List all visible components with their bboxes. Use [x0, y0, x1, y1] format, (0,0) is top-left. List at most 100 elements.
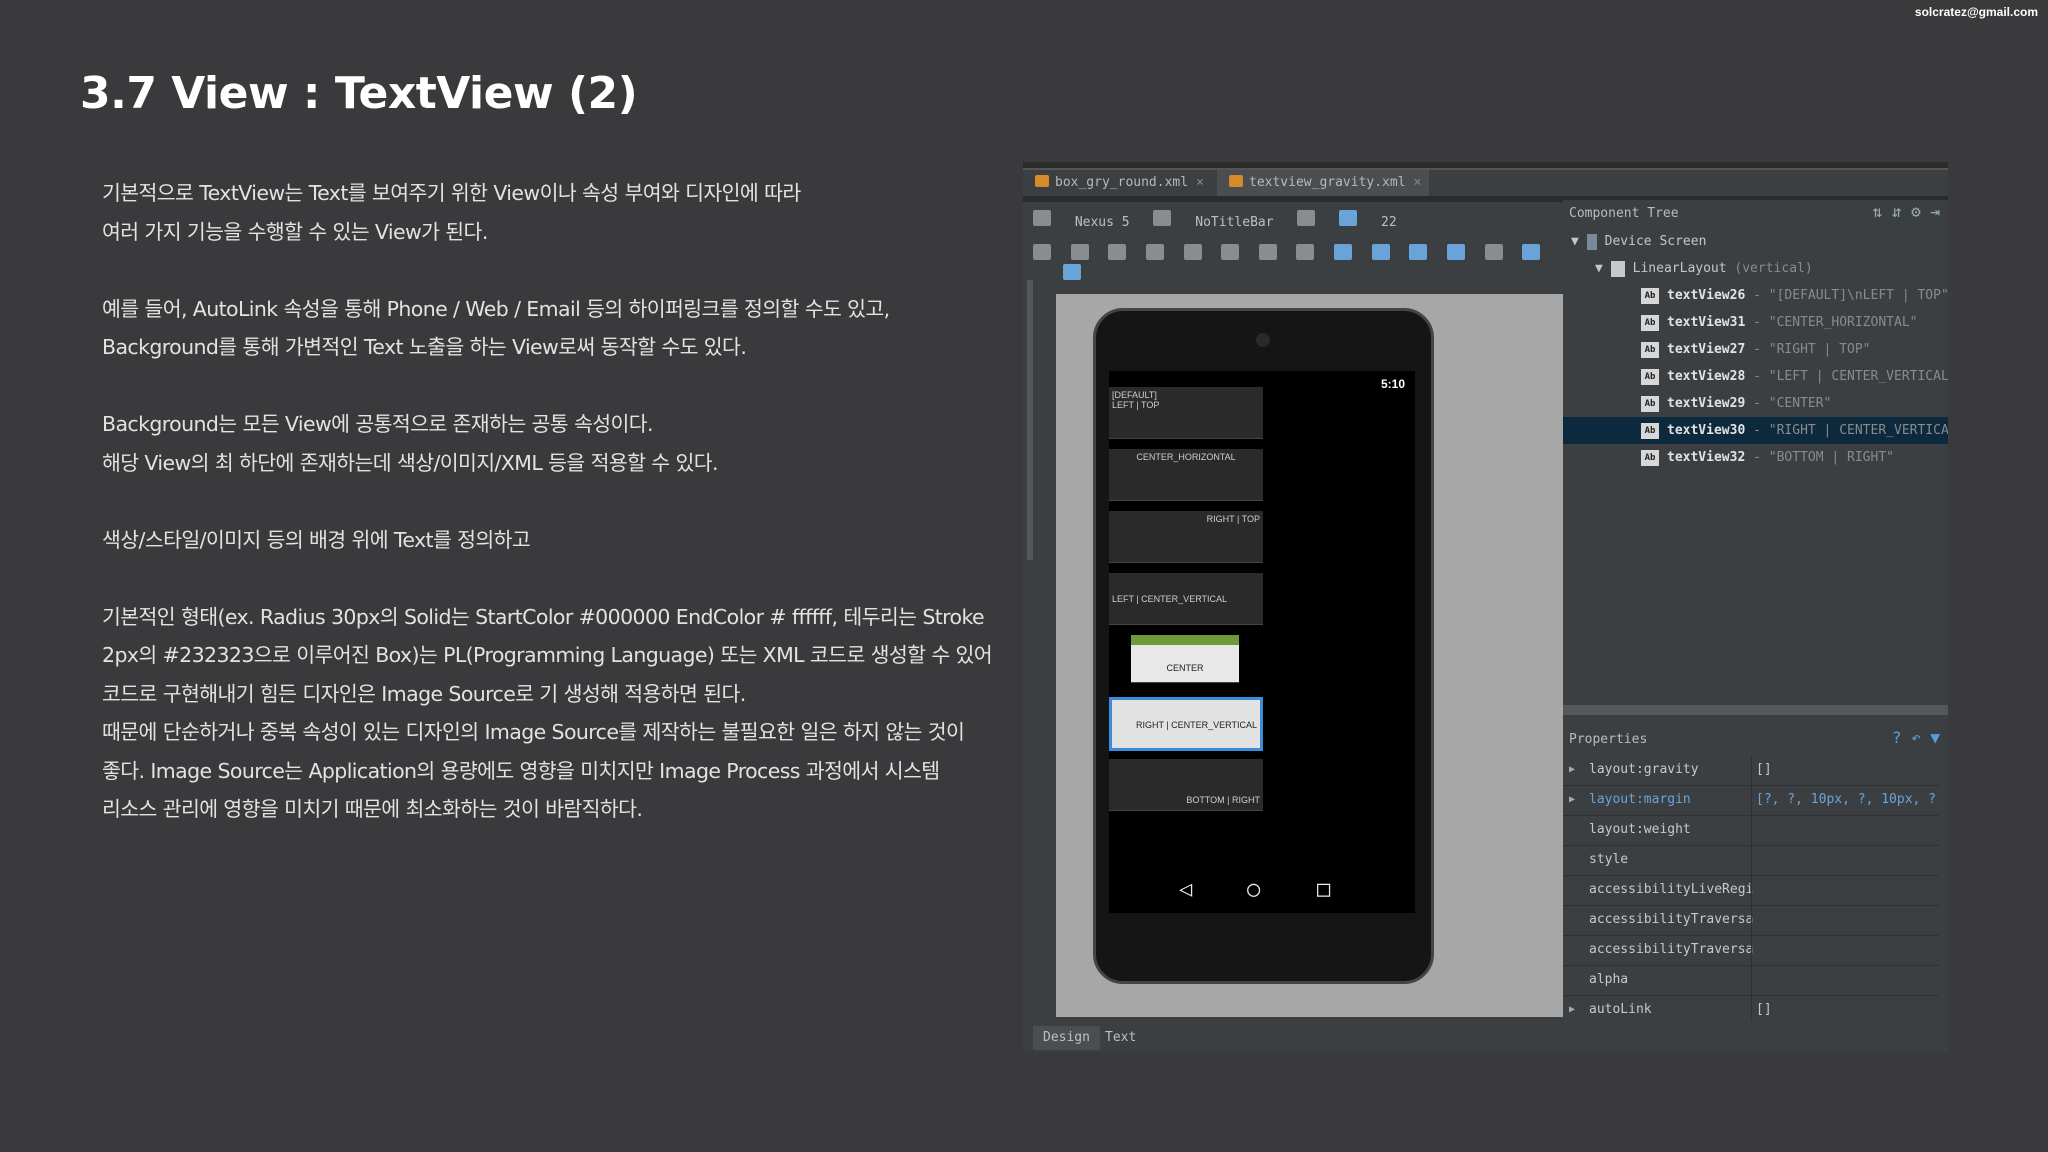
property-row[interactable]: ▶ layout:gravity[]: [1563, 755, 1939, 786]
locale-icon[interactable]: [1339, 210, 1358, 226]
expand-icon[interactable]: ▶: [1569, 755, 1575, 785]
textview-default[interactable]: [DEFAULT] LEFT | TOP: [1109, 387, 1263, 439]
textview-icon: Ab: [1641, 314, 1659, 331]
android-nav-bar: ◁ ○ □: [1109, 873, 1415, 913]
theme-selector[interactable]: NoTitleBar: [1195, 215, 1273, 230]
author-email: solcratez@gmail.com: [1914, 5, 2038, 19]
paragraph-line: 2px의 #232323으로 이루어진 Box)는 PL(Programming…: [102, 643, 993, 667]
tree-item-textview-selected[interactable]: Ab textView30 - "RIGHT | CENTER_VERTICAL: [1563, 417, 1948, 444]
xml-file-icon: [1229, 175, 1243, 187]
tree-item-textview[interactable]: Ab textView29 - "CENTER": [1563, 390, 1948, 417]
tree-item-textview[interactable]: Ab textView31 - "CENTER_HORIZONTAL": [1563, 309, 1948, 336]
orientation-icon[interactable]: [1153, 210, 1172, 226]
textview-icon: Ab: [1641, 422, 1659, 439]
align-icon[interactable]: [1145, 244, 1164, 260]
property-row[interactable]: accessibilityTraversa: [1563, 905, 1939, 936]
distribute-icon[interactable]: [1296, 244, 1315, 260]
align-icon[interactable]: [1108, 244, 1127, 260]
expand-icon[interactable]: ▶: [1569, 785, 1575, 815]
scrollbar[interactable]: [1027, 280, 1033, 560]
refresh-icon[interactable]: [1522, 244, 1541, 260]
component-tree-title: Component Tree: [1569, 206, 1679, 221]
paragraph-line: 해당 View의 최 하단에 존재하는데 색상/이미지/XML 등을 적용할 수…: [102, 450, 718, 475]
slide-title: 3.7 View : TextView (2): [80, 68, 638, 119]
textview-right-top[interactable]: RIGHT | TOP: [1109, 511, 1263, 563]
back-icon[interactable]: ◁: [1179, 877, 1192, 902]
textview-right-center-vertical[interactable]: RIGHT | CENTER_VERTICAL: [1109, 697, 1263, 751]
distribute-icon[interactable]: [1258, 244, 1277, 260]
property-row[interactable]: layout:weight: [1563, 815, 1939, 846]
zoom-out-icon[interactable]: [1447, 244, 1466, 260]
file-icon[interactable]: [1484, 244, 1503, 260]
layout-icon: [1610, 260, 1625, 277]
right-panel: Component Tree ⇅ ⇵ ⚙ ⇥ ▼ Device Screen ▼…: [1563, 200, 1948, 1052]
expand-icon[interactable]: ▼: [1595, 261, 1611, 276]
paragraph-line: 기본적으로 TextView는 Text를 보여주기 위한 View이나 속성 …: [102, 181, 801, 205]
tab-design[interactable]: Design: [1033, 1026, 1100, 1050]
camera-icon: [1256, 333, 1270, 347]
paragraph-line: Background는 모든 View에 공통적으로 존재하는 공통 속성이다.: [102, 412, 654, 436]
phone-screen: 5:10 [DEFAULT] LEFT | TOP CENTER_HORIZON…: [1109, 371, 1415, 913]
device-selector[interactable]: Nexus 5: [1075, 215, 1130, 230]
editor-tabs: box_gry_round.xml × textview_gravity.xml ×: [1023, 168, 1948, 196]
properties-overflow: [1563, 1022, 1948, 1052]
property-row[interactable]: alpha: [1563, 965, 1939, 996]
tree-toolbar-icons[interactable]: ⇅ ⇵ ⚙ ⇥: [1873, 202, 1940, 221]
zoom-actual-icon[interactable]: [1371, 244, 1390, 260]
textview-icon: Ab: [1641, 395, 1659, 412]
tree-item-textview[interactable]: Ab textView28 - "LEFT | CENTER_VERTICAL: [1563, 363, 1948, 390]
paragraph-line: 색상/스타일/이미지 등의 배경 위에 Text를 정의하고: [102, 527, 531, 552]
property-row[interactable]: ▶ layout:margin [?, ?, 10px, ?, 10px, ?,: [1563, 785, 1939, 816]
status-bar-time: 5:10: [1380, 377, 1405, 391]
zoom-fit-icon[interactable]: [1334, 244, 1353, 260]
properties-toolbar-icons[interactable]: ? ↶ ▼: [1892, 728, 1940, 747]
expand-icon[interactable]: ▼: [1571, 234, 1587, 249]
design-canvas[interactable]: 5:10 [DEFAULT] LEFT | TOP CENTER_HORIZON…: [1056, 294, 1563, 1017]
textview-icon: Ab: [1641, 341, 1659, 358]
textview-icon: Ab: [1641, 287, 1659, 304]
paragraph-line: 코드로 구현해내기 힘든 디자인은 Image Source로 기 생성해 적용…: [102, 681, 746, 706]
grid-icon[interactable]: [1070, 244, 1089, 260]
property-row[interactable]: accessibilityTraversa: [1563, 935, 1939, 966]
textview-center[interactable]: CENTER: [1131, 635, 1239, 683]
tree-item-device-screen[interactable]: ▼ Device Screen: [1563, 228, 1948, 255]
activity-icon[interactable]: [1297, 210, 1316, 226]
tree-item-textview[interactable]: Ab textView26 - "[DEFAULT]\nLEFT | TOP": [1563, 282, 1948, 309]
horizontal-scrollbar[interactable]: [1563, 705, 1948, 715]
tab-textview-gravity[interactable]: textview_gravity.xml ×: [1217, 170, 1429, 196]
textview-icon: Ab: [1641, 368, 1659, 385]
xml-file-icon: [1035, 175, 1049, 187]
recents-icon[interactable]: □: [1317, 877, 1330, 902]
zoom-in-icon[interactable]: [1409, 244, 1428, 260]
tree-item-textview[interactable]: Ab textView27 - "RIGHT | TOP": [1563, 336, 1948, 363]
textview-center-horizontal[interactable]: CENTER_HORIZONTAL: [1109, 449, 1263, 501]
expand-icon[interactable]: ▶: [1569, 995, 1575, 1025]
paragraph-line: 예를 들어, AutoLink 속성을 통해 Phone / Web / Ema…: [102, 296, 890, 321]
api-level-selector[interactable]: 22: [1381, 215, 1397, 230]
textview-left-center-vertical[interactable]: LEFT | CENTER_VERTICAL: [1109, 573, 1263, 625]
settings-icon[interactable]: [1063, 264, 1081, 280]
distribute-icon[interactable]: [1183, 244, 1202, 260]
layout-toolbar: Nexus 5 NoTitleBar 22: [1023, 202, 1563, 280]
property-row[interactable]: style: [1563, 845, 1939, 876]
paragraph-line: 좋다. Image Source는 Application의 용량에도 영향을 …: [102, 758, 940, 783]
property-row[interactable]: accessibilityLiveRegi: [1563, 875, 1939, 906]
layout-icon[interactable]: [1033, 244, 1051, 260]
tree-item-textview[interactable]: Ab textView32 - "BOTTOM | RIGHT": [1563, 444, 1948, 471]
ide-screenshot: box_gry_round.xml × textview_gravity.xml ×…: [1023, 162, 1948, 1052]
device-icon[interactable]: [1033, 210, 1051, 226]
textview-icon: Ab: [1641, 449, 1659, 466]
textview-bottom-right[interactable]: BOTTOM | RIGHT: [1109, 759, 1263, 811]
paragraph-line: 기본적인 형태(ex. Radius 30px의 Solid는 StartCol…: [102, 604, 985, 629]
tab-text[interactable]: Text: [1095, 1026, 1146, 1050]
close-icon[interactable]: ×: [1196, 175, 1204, 190]
paragraph-line: 때문에 단순하거나 중복 속성이 있는 디자인의 Image Source를 제…: [102, 720, 965, 744]
tree-item-linearlayout[interactable]: ▼ LinearLayout (vertical): [1563, 255, 1948, 282]
properties-title: Properties: [1569, 732, 1648, 747]
tab-box-gry-round[interactable]: box_gry_round.xml ×: [1023, 170, 1213, 196]
home-icon[interactable]: ○: [1247, 877, 1260, 902]
paragraph-line: 리소스 관리에 영향을 미치기 때문에 최소화하는 것이 바람직하다.: [102, 797, 643, 821]
device-icon: [1586, 233, 1597, 250]
close-icon[interactable]: ×: [1414, 175, 1422, 190]
distribute-icon[interactable]: [1221, 244, 1240, 260]
